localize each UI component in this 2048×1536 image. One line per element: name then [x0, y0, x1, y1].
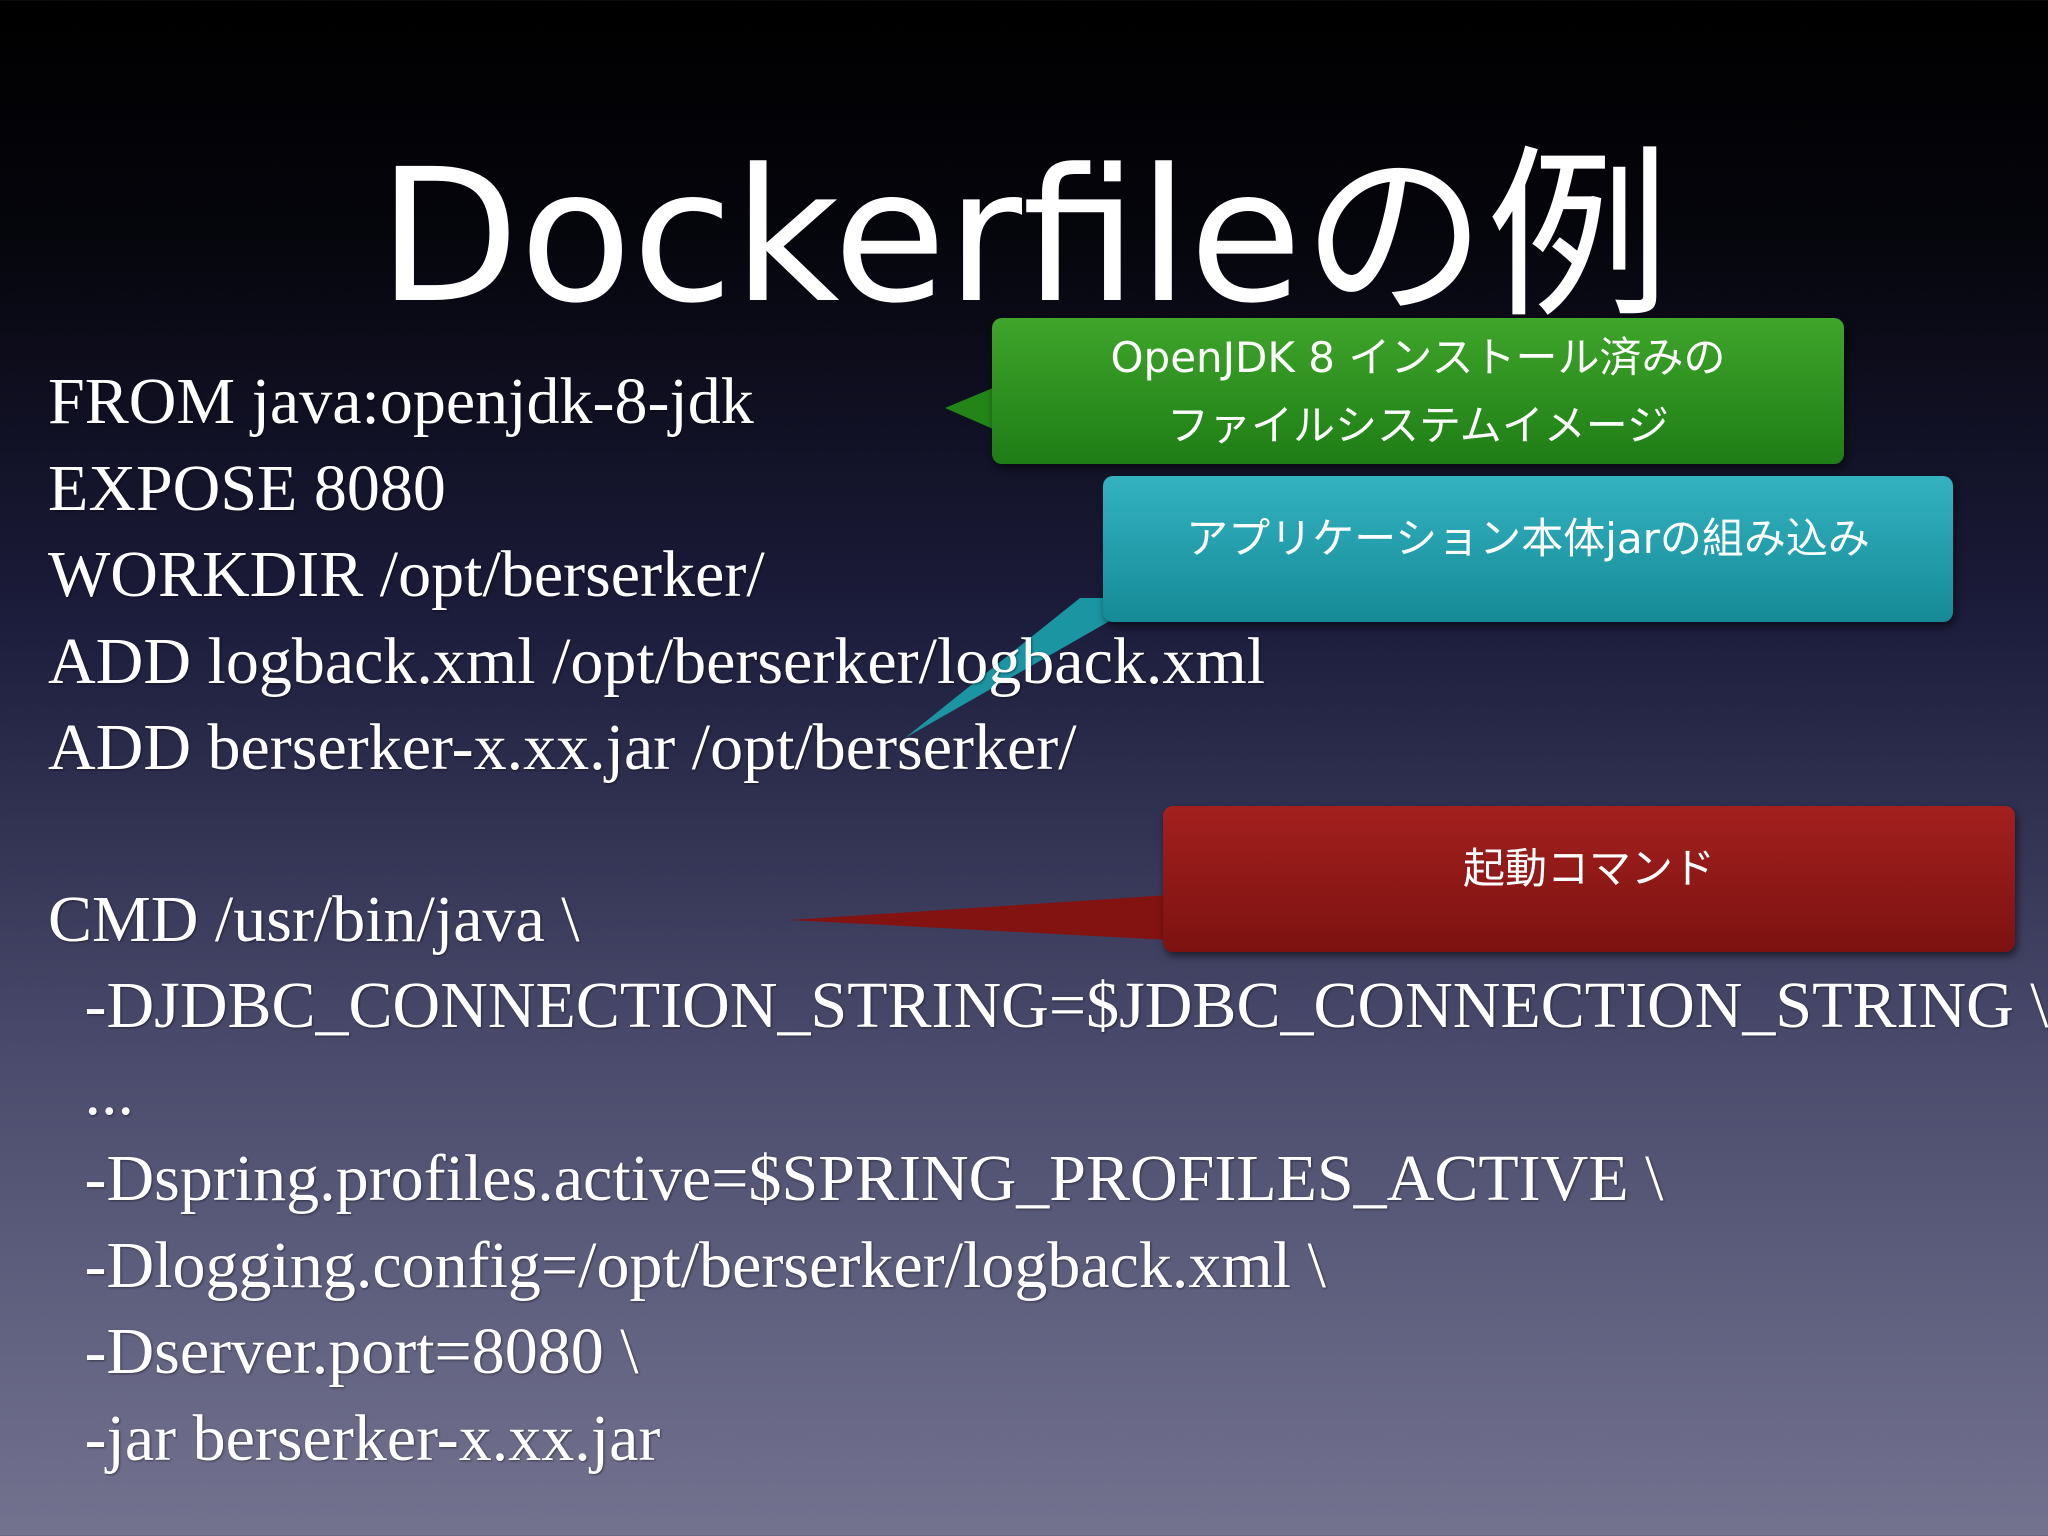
code-line-add-logback: ADD logback.xml /opt/berserker/logback.x…: [48, 625, 1266, 698]
code-line-workdir: WORKDIR /opt/berserker/: [48, 538, 765, 611]
start-command-callout: 起動コマンド: [1163, 806, 2015, 952]
code-line-from: FROM java:openjdk-8-jdk: [48, 365, 754, 438]
code-line-spring-option: -Dspring.profiles.active=$SPRING_PROFILE…: [68, 1142, 1664, 1215]
app-jar-callout-text: アプリケーション本体jarの組み込み: [1186, 514, 1870, 563]
code-line-add-jar: ADD berserker-x.xx.jar /opt/berserker/: [48, 711, 1077, 784]
code-line-expose: EXPOSE 8080: [48, 452, 446, 525]
code-line-cmd: CMD /usr/bin/java \: [48, 883, 580, 956]
base-image-callout: OpenJDK 8 インストール済みの ファイルシステムイメージ: [992, 318, 1844, 464]
code-line-port-option: -Dserver.port=8080 \: [68, 1315, 639, 1388]
start-command-callout-text: 起動コマンド: [1462, 844, 1715, 893]
code-line-ellipsis: ...: [68, 1056, 135, 1129]
code-line-jar-option: -jar berserker-x.xx.jar: [68, 1402, 661, 1475]
code-line-jdbc-option: -DJDBC_CONNECTION_STRING=$JDBC_CONNECTIO…: [68, 969, 2048, 1042]
base-image-callout-line-2: ファイルシステムイメージ: [1167, 401, 1669, 450]
red-callout-pointer: [790, 895, 1170, 940]
base-image-callout-line-1: OpenJDK 8 インストール済みの: [1110, 333, 1726, 382]
app-jar-callout: アプリケーション本体jarの組み込み: [1103, 476, 1953, 622]
code-line-logging-option: -Dlogging.config=/opt/berserker/logback.…: [68, 1229, 1326, 1302]
